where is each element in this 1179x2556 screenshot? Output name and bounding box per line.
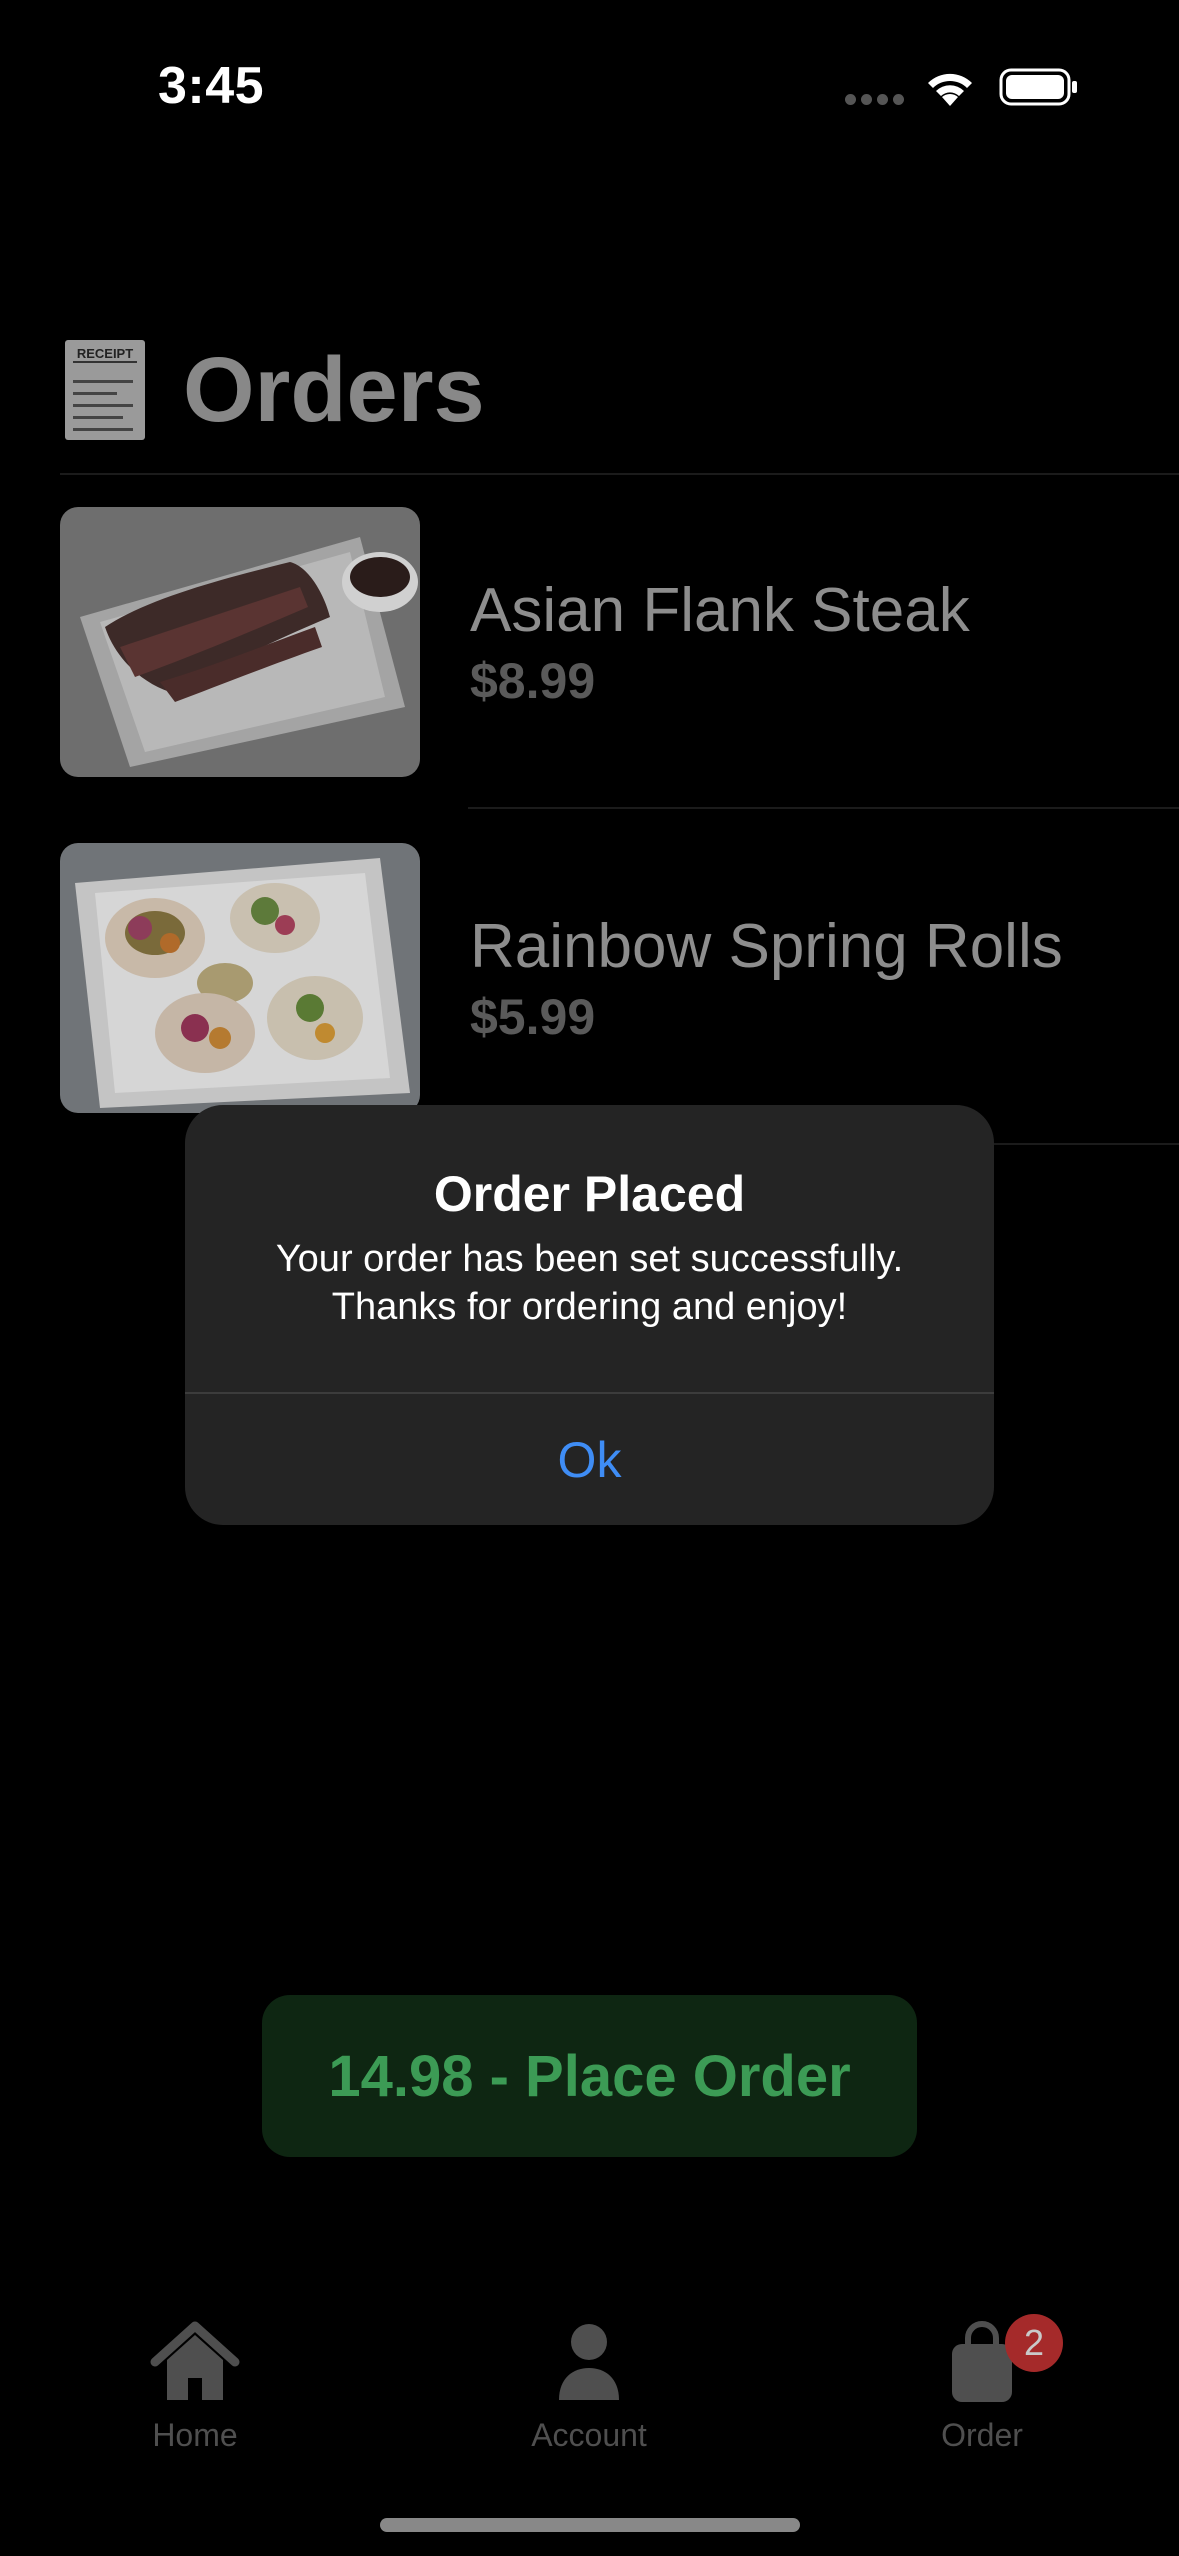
spring-rolls-photo — [60, 843, 420, 1113]
page-title: Orders — [183, 339, 485, 441]
house-icon — [150, 2321, 240, 2400]
order-item-name: Asian Flank Steak — [470, 576, 970, 645]
place-order-button[interactable]: 14.98 - Place Order — [262, 1995, 917, 2157]
signal-dots-icon — [845, 94, 905, 106]
status-bar: 3:45 — [0, 0, 1179, 170]
tab-home-label: Home — [152, 2417, 238, 2453]
alert-title: Order Placed — [433, 1166, 746, 1222]
person-icon — [559, 2324, 619, 2400]
status-time: 3:45 — [158, 57, 265, 115]
home-indicator[interactable] — [380, 2518, 800, 2532]
order-item-price: $8.99 — [470, 653, 596, 709]
order-placed-alert: Order Placed Your order has been set suc… — [185, 1105, 994, 1525]
orders-header: RECEIPT Orders — [60, 330, 1179, 450]
receipt-icon-text: RECEIPT — [73, 346, 137, 363]
order-row-flank-steak[interactable]: Asian Flank Steak $8.99 — [60, 507, 1179, 777]
order-row-spring-rolls[interactable]: Rainbow Spring Rolls $5.99 — [60, 843, 1179, 1113]
tab-order-label: Order — [941, 2417, 1023, 2453]
tab-account[interactable]: Account — [479, 2320, 699, 2460]
battery-icon — [999, 68, 1077, 106]
wifi-icon — [928, 73, 972, 106]
alert-message: Your order has been set successfully. Th… — [275, 1238, 904, 1328]
tab-account-label: Account — [531, 2417, 647, 2453]
order-item-name: Rainbow Spring Rolls — [470, 912, 1063, 981]
receipt-icon: RECEIPT — [65, 340, 145, 440]
tab-home[interactable]: Home — [85, 2320, 305, 2460]
alert-ok-button[interactable]: Ok — [185, 1394, 994, 1525]
flank-steak-photo — [60, 507, 420, 777]
header-divider — [60, 473, 1179, 475]
order-item-price: $5.99 — [470, 989, 596, 1045]
order-count-badge: 2 — [1005, 2314, 1063, 2372]
row-divider — [468, 807, 1179, 809]
